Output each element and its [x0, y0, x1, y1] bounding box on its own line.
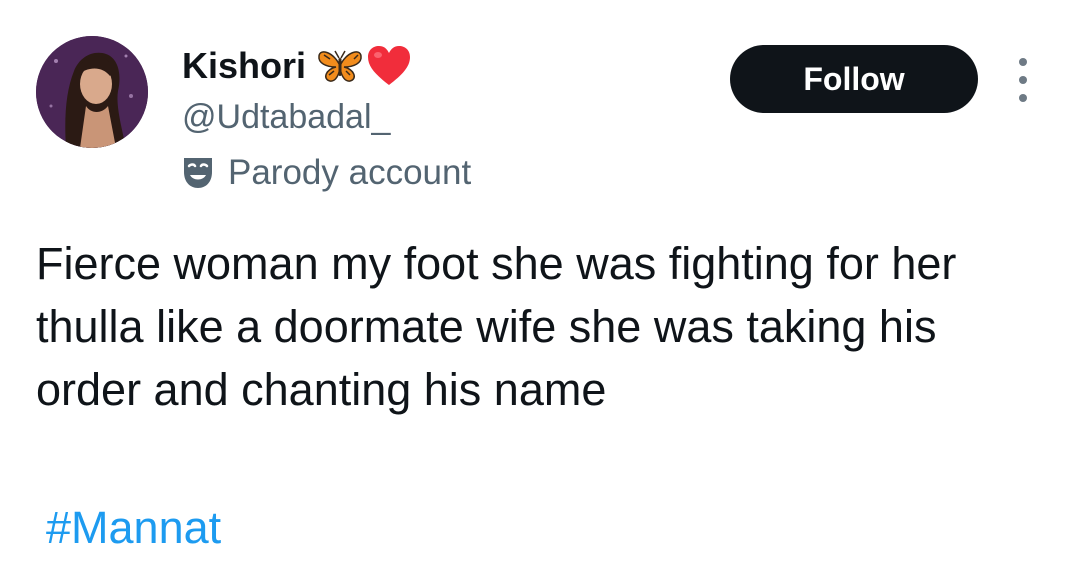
more-vertical-icon	[1019, 58, 1027, 66]
more-options-button[interactable]	[1008, 58, 1038, 102]
display-name-text: Kishori	[182, 45, 307, 86]
follow-button[interactable]: Follow	[730, 45, 978, 113]
parody-label: Parody account	[182, 152, 471, 194]
butterfly-icon	[318, 50, 362, 82]
parody-label-text: Parody account	[228, 153, 472, 192]
more-vertical-icon-dot	[1019, 76, 1027, 84]
tweet-card: Kishori @Udtabadal_ Parody account Follo…	[0, 0, 1080, 580]
more-vertical-icon-dot	[1019, 94, 1027, 102]
red-heart-icon	[368, 46, 411, 85]
tweet-text: Fierce woman my foot she was fighting fo…	[36, 238, 957, 415]
display-name[interactable]: Kishori	[182, 44, 412, 88]
avatar[interactable]	[36, 36, 148, 148]
avatar-image	[36, 36, 148, 148]
theater-mask-icon	[184, 158, 212, 188]
user-handle[interactable]: @Udtabadal_	[182, 96, 390, 138]
hashtag-link[interactable]: #Mannat	[46, 500, 221, 556]
name-emoji	[316, 45, 412, 87]
